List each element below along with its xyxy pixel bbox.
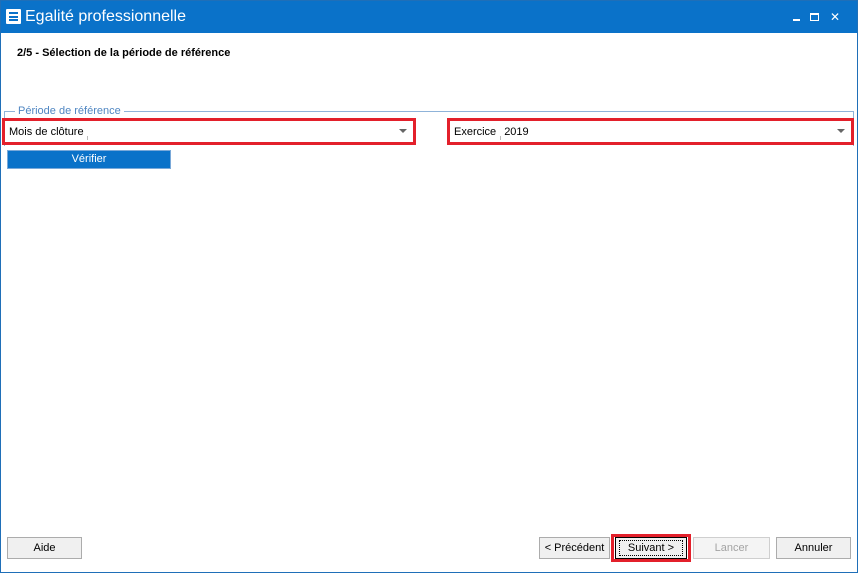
group-legend: Période de référence [15,105,124,118]
launch-button: Lancer [693,537,770,559]
minimize-icon[interactable] [789,9,805,25]
highlight-next-button [611,534,691,562]
wizard-window: Egalité professionnelle ✕ 2/5 - Sélectio… [0,0,858,573]
cancel-button[interactable]: Annuler [776,537,851,559]
help-button[interactable]: Aide [7,537,82,559]
highlight-fiscal-year [447,118,854,145]
title-bar[interactable]: Egalité professionnelle ✕ [1,1,857,33]
maximize-icon[interactable] [807,9,823,25]
highlight-closing-month [2,118,416,145]
app-list-icon [6,9,21,24]
step-title: 2/5 - Sélection de la période de référen… [17,47,231,59]
window-title: Egalité professionnelle [25,8,186,25]
close-icon[interactable]: ✕ [827,9,843,25]
previous-button[interactable]: < Précédent [539,537,610,559]
verify-button[interactable]: Vérifier [7,150,171,169]
